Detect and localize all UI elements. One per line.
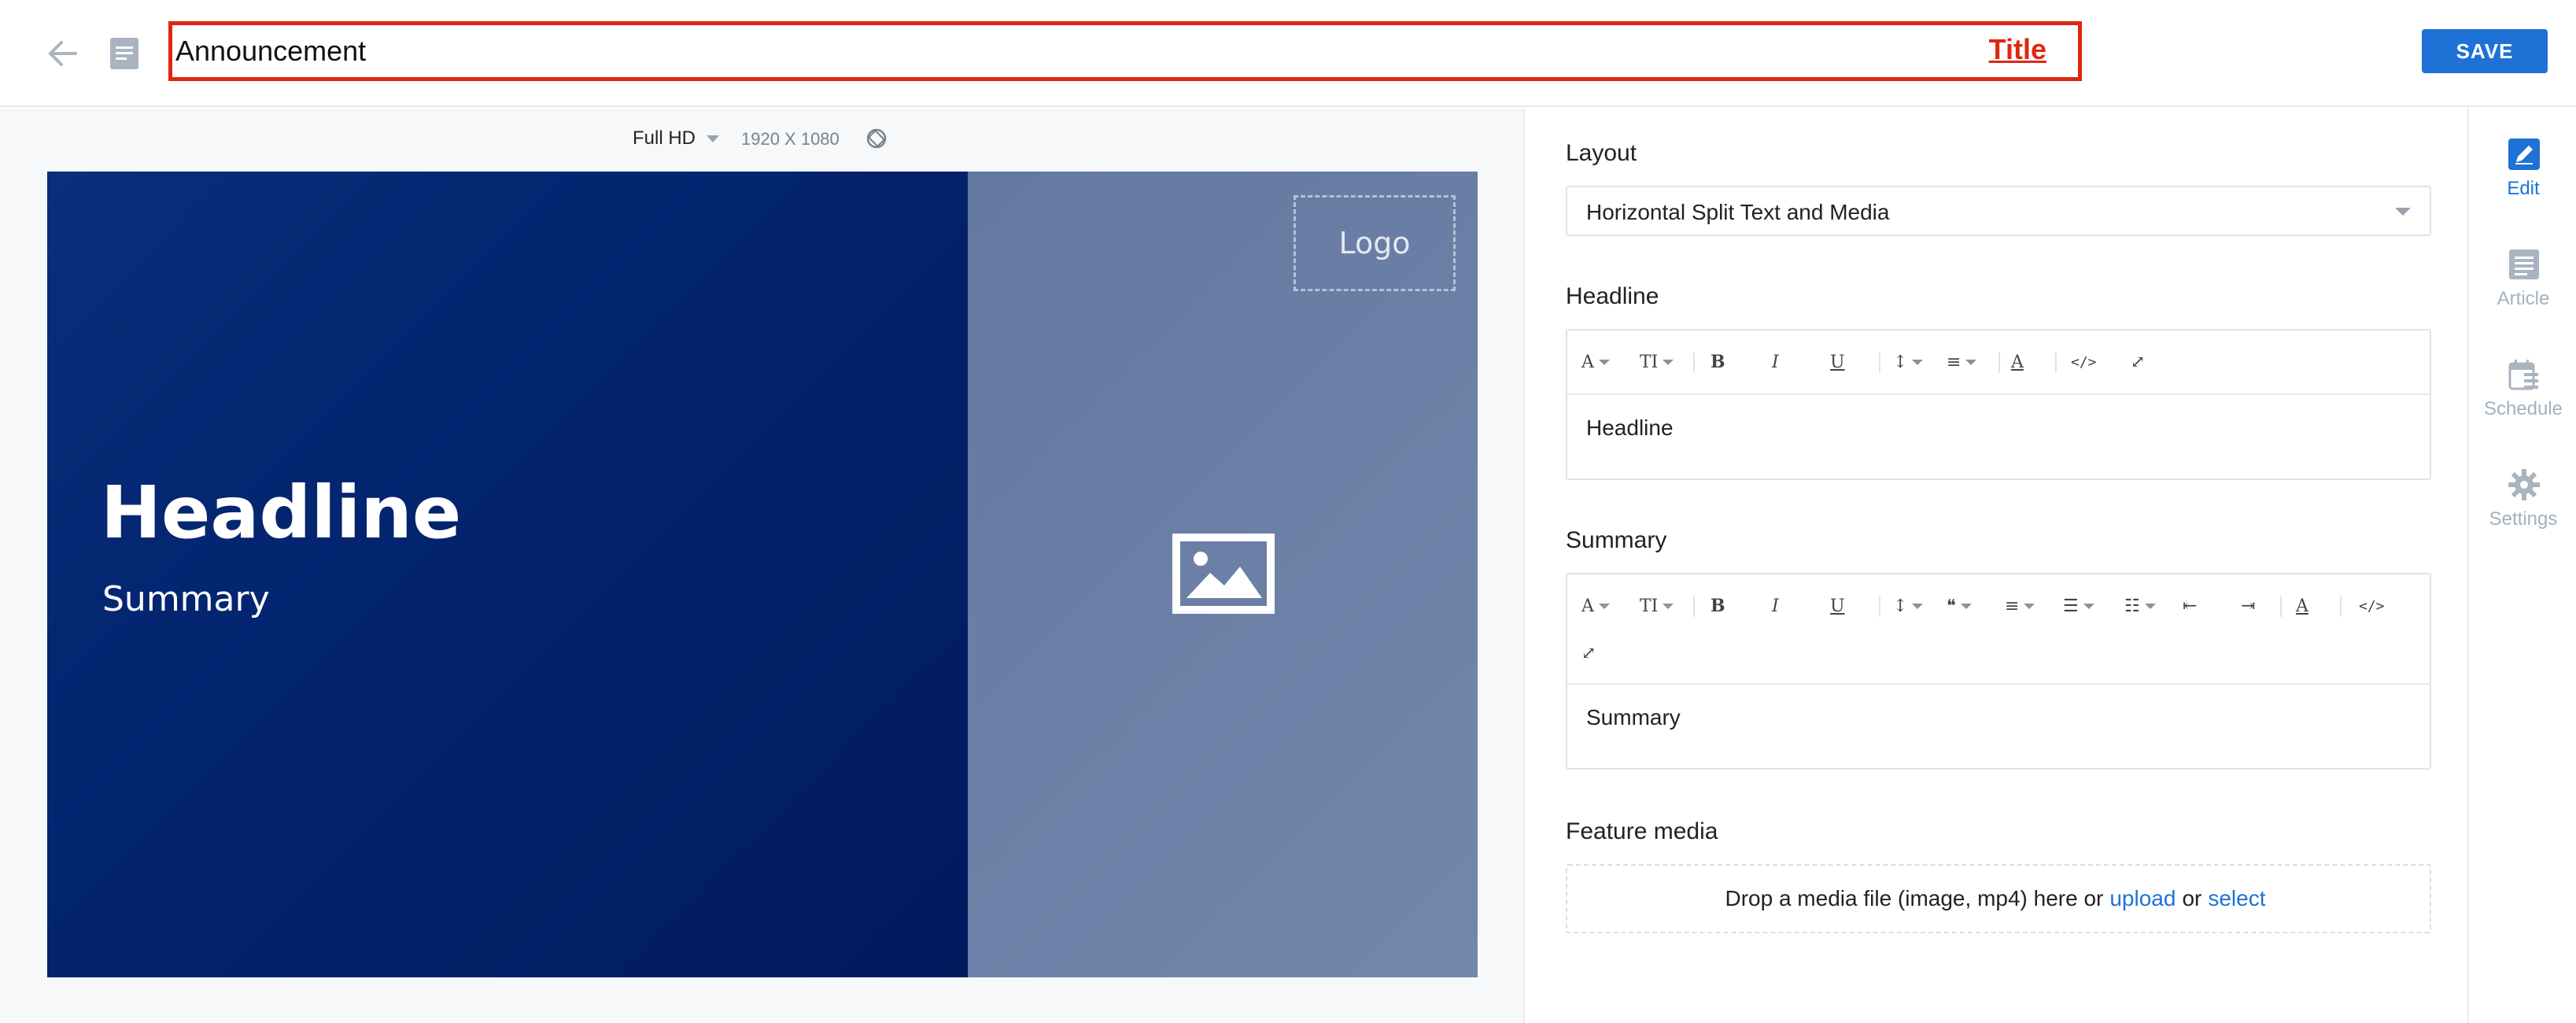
headline-toolbar: A TI B I U ↕ ≡ A </> ⤢ <box>1567 331 2430 395</box>
top-bar: Title SAVE <box>0 0 2576 107</box>
back-arrow-icon[interactable] <box>44 35 82 72</box>
media-dropzone[interactable]: Drop a media file (image, mp4) here or u… <box>1566 864 2431 933</box>
image-placeholder-icon <box>1172 534 1275 614</box>
outdent-button[interactable]: ⇤ <box>2183 590 2197 622</box>
logo-placeholder: Logo <box>1294 195 1456 291</box>
nav-label-schedule: Schedule <box>2483 398 2563 419</box>
screen-preset-dropdown[interactable]: Full HD <box>633 127 720 150</box>
line-height-button[interactable]: ↕ <box>1893 346 1924 378</box>
chevron-down-icon <box>2395 208 2411 216</box>
fullscreen-icon[interactable]: ⤢ <box>1581 637 1596 669</box>
code-view-button[interactable]: </> <box>2359 590 2385 622</box>
underline-button[interactable]: U <box>1830 346 1845 378</box>
dropzone-text: Drop a media file (image, mp4) here or <box>1725 886 2104 910</box>
ordered-list-button[interactable]: ☰ <box>2063 590 2094 622</box>
nav-label-edit: Edit <box>2507 178 2540 199</box>
slide-text-half: Headline Summary <box>47 172 968 977</box>
dropzone-or: or <box>2182 886 2202 910</box>
title-annotation-label: Title <box>1988 33 2046 65</box>
text-color-button[interactable]: A <box>2296 590 2308 622</box>
feature-media-label: Feature media <box>1566 818 1718 844</box>
summary-label: Summary <box>1566 527 1667 553</box>
italic-button[interactable]: I <box>1772 590 1779 622</box>
font-family-button[interactable]: A <box>1581 590 1610 622</box>
underline-button[interactable]: U <box>1830 590 1845 622</box>
nav-item-settings[interactable]: Settings <box>2469 460 2576 554</box>
slide-summary: Summary <box>102 579 270 619</box>
nav-item-schedule[interactable]: Schedule <box>2469 349 2576 444</box>
align-button[interactable]: ≡ <box>1947 346 1977 378</box>
nav-label-settings: Settings <box>2489 508 2558 530</box>
article-icon <box>2509 249 2539 279</box>
summary-toolbar: A TI B I U ↕ ❝ ≡ ☰ ☷ ⇤ ⇥ A </> ⤢ <box>1567 574 2430 685</box>
indent-button[interactable]: ⇥ <box>2241 590 2255 622</box>
fullscreen-icon[interactable]: ⤢ <box>2131 346 2145 378</box>
title-field-highlight: Title <box>168 21 2082 81</box>
line-height-button[interactable]: ↕ <box>1893 590 1924 622</box>
nav-item-edit[interactable]: Edit <box>2469 129 2576 223</box>
layout-select[interactable]: Horizontal Split Text and Media <box>1566 186 2431 236</box>
document-icon <box>110 38 138 69</box>
preview-area: Full HD 1920 X 1080 Headline Summary Log… <box>0 109 1525 1023</box>
screen-preset-value: Full HD <box>633 127 696 149</box>
font-size-button[interactable]: TI <box>1640 590 1674 622</box>
italic-button[interactable]: I <box>1772 346 1779 378</box>
summary-editor-text: Summary <box>1586 705 1681 729</box>
chevron-down-icon <box>707 135 720 142</box>
select-link[interactable]: select <box>2208 886 2265 911</box>
bold-button[interactable]: B <box>1711 590 1725 622</box>
nav-label-article: Article <box>2497 288 2550 309</box>
gear-icon <box>2508 469 2540 500</box>
code-view-button[interactable]: </> <box>2071 346 2097 378</box>
headline-label: Headline <box>1566 283 1659 309</box>
schedule-icon <box>2508 360 2538 390</box>
font-size-button[interactable]: TI <box>1640 346 1674 378</box>
edit-panel: Layout Horizontal Split Text and Media H… <box>1526 109 2467 1023</box>
layout-label: Layout <box>1566 140 1637 166</box>
text-color-button[interactable]: A <box>2011 346 2024 378</box>
save-button[interactable]: SAVE <box>2422 29 2548 73</box>
layout-select-value: Horizontal Split Text and Media <box>1586 200 1890 224</box>
upload-link[interactable]: upload <box>2109 886 2176 911</box>
side-nav: Edit Article Schedule Settings <box>2467 109 2576 1023</box>
slide-media-half: Logo <box>968 172 1478 977</box>
font-family-button[interactable]: A <box>1581 346 1610 378</box>
resolution-readout: 1920 X 1080 <box>741 129 840 149</box>
blockquote-button[interactable]: ❝ <box>1947 590 1972 622</box>
title-input[interactable] <box>175 28 1969 74</box>
headline-editor-body[interactable]: Headline <box>1567 395 2430 478</box>
slide-headline: Headline <box>101 471 462 555</box>
unordered-list-button[interactable]: ☷ <box>2124 590 2156 622</box>
pencil-icon <box>2508 138 2540 170</box>
bold-button[interactable]: B <box>1711 346 1725 378</box>
align-button[interactable]: ≡ <box>2005 590 2035 622</box>
summary-editor-body[interactable]: Summary <box>1567 685 2430 768</box>
headline-editor-text: Headline <box>1586 415 1674 440</box>
slide-preview[interactable]: Headline Summary Logo <box>47 172 1478 977</box>
summary-editor: A TI B I U ↕ ❝ ≡ ☰ ☷ ⇤ ⇥ A </> ⤢ Summary <box>1566 573 2431 770</box>
preset-bar: Full HD 1920 X 1080 <box>0 109 1525 172</box>
rotate-orientation-icon[interactable] <box>865 127 888 150</box>
headline-editor: A TI B I U ↕ ≡ A </> ⤢ Headline <box>1566 329 2431 480</box>
nav-item-article[interactable]: Article <box>2469 239 2576 334</box>
